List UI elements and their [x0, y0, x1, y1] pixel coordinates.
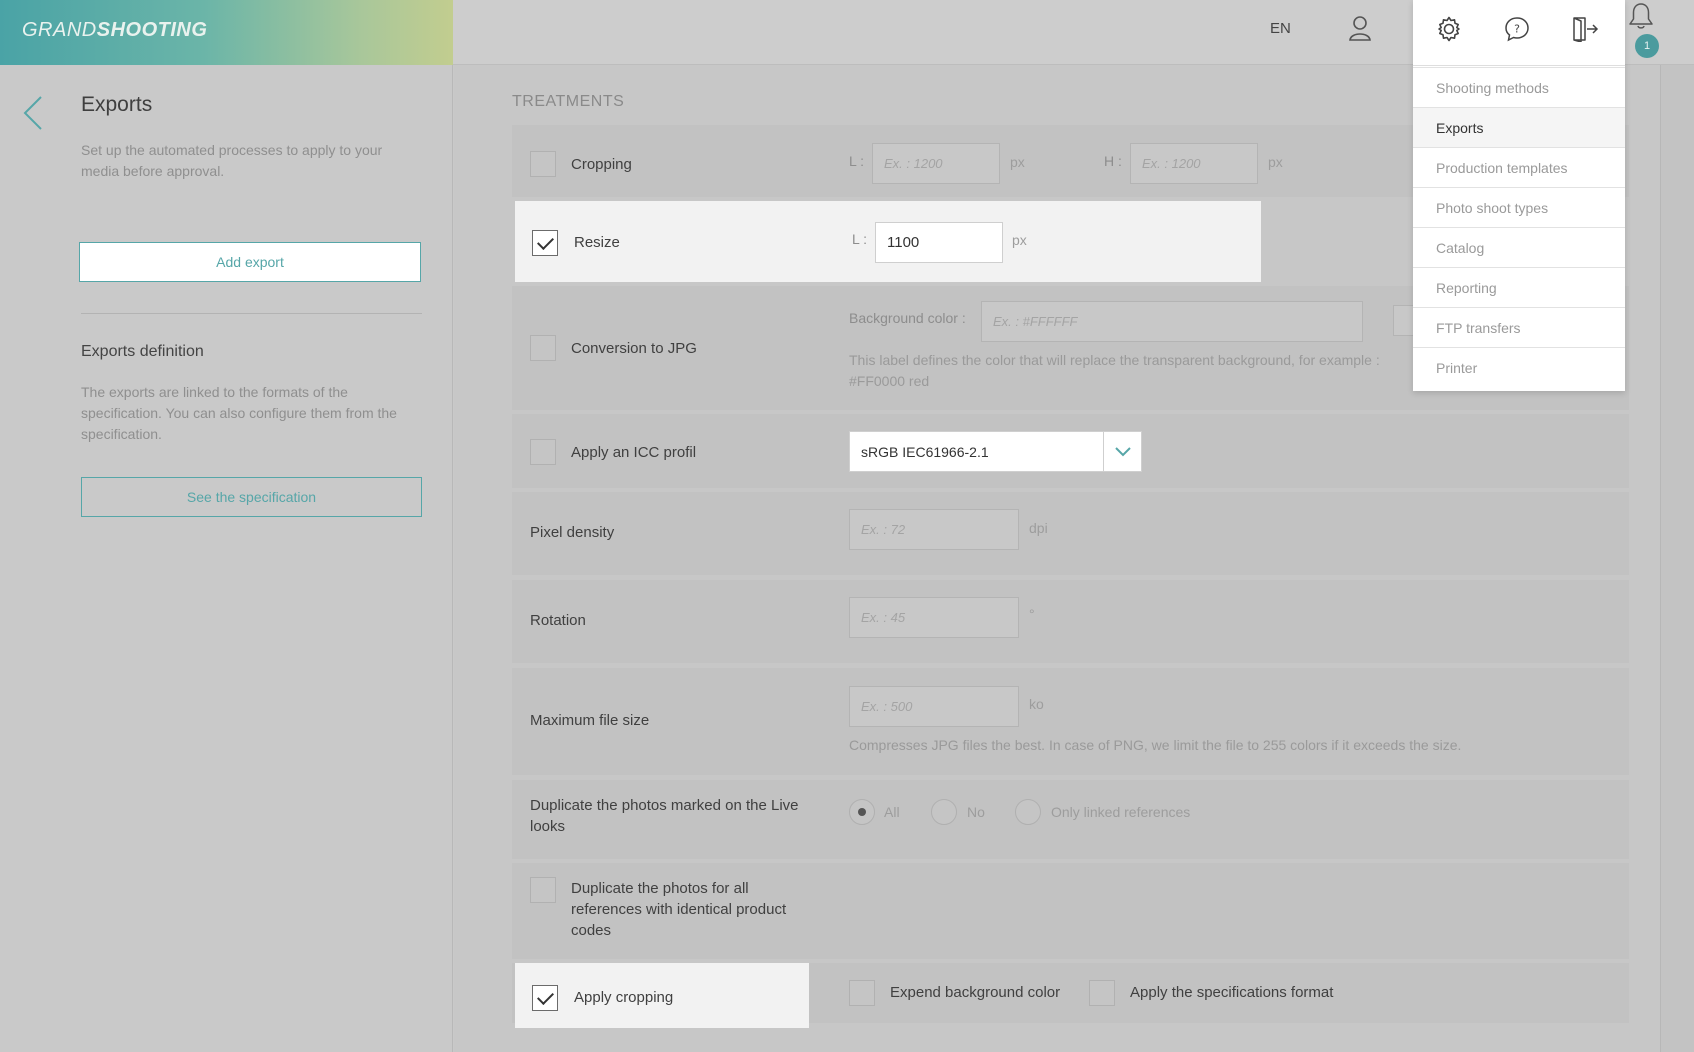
help-icon[interactable]: ?	[1497, 9, 1537, 49]
menu-item-printer[interactable]: Printer	[1413, 347, 1625, 387]
cropping-height-input[interactable]: Ex. : 1200	[1130, 143, 1258, 184]
duplicate-refs-label: Duplicate the photos for all references …	[571, 880, 787, 939]
notification-bell-icon[interactable]	[1627, 2, 1655, 37]
resize-checkbox[interactable]	[532, 230, 558, 256]
resize-row: Resize L : 1100 px	[515, 201, 1261, 282]
icc-profile-row: Apply an ICC profil sRGB IEC61966-2.1	[512, 414, 1629, 488]
resize-l-unit: px	[1012, 232, 1027, 248]
max-file-size-unit: ko	[1029, 696, 1044, 712]
see-specification-button[interactable]: See the specification	[81, 477, 422, 517]
duplicate-all-label: All	[884, 804, 900, 820]
cropping-checkbox[interactable]	[530, 151, 556, 177]
rotation-label: Rotation	[530, 612, 586, 629]
right-scroll-strip	[1660, 65, 1694, 1052]
icc-profile-checkbox[interactable]	[530, 439, 556, 465]
duplicate-live-label: Duplicate the photos marked on the Live …	[530, 797, 799, 835]
menu-item-exports[interactable]: Exports	[1413, 107, 1625, 147]
sidebar-divider	[81, 313, 422, 314]
back-chevron-icon[interactable]	[22, 95, 44, 136]
background-color-input[interactable]: Ex. : #FFFFFF	[981, 301, 1363, 342]
apply-cropping-label: Apply cropping	[574, 989, 674, 1006]
cropping-l-unit: px	[1010, 154, 1025, 170]
resize-l-label: L :	[852, 231, 868, 247]
duplicate-linked-radio[interactable]	[1015, 799, 1041, 825]
background-color-hint-line1: This label defines the color that will r…	[849, 352, 1380, 368]
duplicate-live-row: Duplicate the photos marked on the Live …	[512, 780, 1629, 859]
rotation-row: Rotation Ex. : 45 °	[512, 580, 1629, 663]
logo[interactable]: GRANDSHOOTING	[22, 19, 207, 42]
duplicate-linked-label: Only linked references	[1051, 804, 1191, 820]
menu-item-shooting-methods[interactable]: Shooting methods	[1413, 67, 1625, 107]
menu-item-production-templates[interactable]: Production templates	[1413, 147, 1625, 187]
user-icon[interactable]	[1340, 8, 1380, 48]
svg-text:?: ?	[1514, 23, 1520, 36]
conversion-jpg-label: Conversion to JPG	[571, 340, 697, 357]
apply-cropping-highlight: Apply cropping	[515, 963, 809, 1028]
apply-cropping-checkbox[interactable]	[532, 985, 558, 1011]
icc-dropdown-button[interactable]	[1103, 431, 1142, 472]
treatments-title: TREATMENTS	[512, 93, 625, 110]
resize-label: Resize	[574, 234, 620, 251]
pixel-density-label: Pixel density	[530, 524, 615, 541]
logout-icon[interactable]	[1565, 9, 1605, 49]
menu-item-photo-shoot-types[interactable]: Photo shoot types	[1413, 187, 1625, 227]
icc-profile-select[interactable]: sRGB IEC61966-2.1	[849, 431, 1104, 472]
chevron-down-icon	[1114, 446, 1131, 456]
page-title: Exports	[81, 93, 153, 116]
background-color-hint-line2: #FF0000 red	[849, 373, 930, 389]
page-description: Set up the automated processes to apply …	[81, 142, 383, 179]
pixel-density-input[interactable]: Ex. : 72	[849, 509, 1019, 550]
logo-light-text: GRAND	[22, 19, 97, 41]
resize-width-input[interactable]: 1100	[875, 222, 1003, 263]
settings-menu-icons: ?	[1413, 0, 1625, 66]
max-file-size-row: Maximum file size Ex. : 500 ko Compresse…	[512, 668, 1629, 775]
menu-item-catalog[interactable]: Catalog	[1413, 227, 1625, 267]
conversion-jpg-checkbox[interactable]	[530, 335, 556, 361]
apply-spec-format-label: Apply the specifications format	[1130, 984, 1334, 1001]
rotation-input[interactable]: Ex. : 45	[849, 597, 1019, 638]
duplicate-all-radio[interactable]	[849, 799, 875, 825]
duplicate-no-radio[interactable]	[931, 799, 957, 825]
max-file-size-input[interactable]: Ex. : 500	[849, 686, 1019, 727]
menu-item-reporting[interactable]: Reporting	[1413, 267, 1625, 307]
max-file-size-label: Maximum file size	[530, 712, 650, 729]
apply-spec-format-checkbox[interactable]	[1089, 980, 1115, 1006]
menu-item-ftp-transfers[interactable]: FTP transfers	[1413, 307, 1625, 347]
pixel-density-unit: dpi	[1029, 520, 1048, 536]
cropping-label: Cropping	[571, 156, 632, 173]
logo-bold-text: SHOOTING	[96, 19, 208, 41]
sidebar	[0, 65, 453, 1052]
duplicate-refs-row: Duplicate the photos for all references …	[512, 863, 1629, 959]
duplicate-no-label: No	[967, 804, 985, 820]
expend-background-checkbox[interactable]	[849, 980, 875, 1006]
exports-definition-description: The exports are linked to the formats of…	[81, 384, 397, 442]
icc-profile-label: Apply an ICC profil	[571, 444, 697, 461]
expend-background-label: Expend background color	[890, 984, 1061, 1001]
cropping-h-unit: px	[1268, 154, 1283, 170]
cropping-l-label: L :	[849, 153, 865, 169]
language-selector[interactable]: EN	[1270, 20, 1291, 37]
exports-definition-title: Exports definition	[81, 343, 204, 360]
rotation-unit: °	[1029, 606, 1035, 622]
pixel-density-row: Pixel density Ex. : 72 dpi	[512, 492, 1629, 575]
logo-area: GRANDSHOOTING	[0, 0, 453, 65]
duplicate-refs-checkbox[interactable]	[530, 877, 556, 903]
settings-gear-icon[interactable]	[1429, 9, 1469, 49]
notification-badge: 1	[1635, 34, 1659, 58]
add-export-button[interactable]: Add export	[79, 242, 421, 282]
icc-profile-selected: sRGB IEC61966-2.1	[861, 443, 989, 460]
background-color-label: Background color :	[849, 310, 966, 326]
cropping-width-input[interactable]: Ex. : 1200	[872, 143, 1000, 184]
cropping-h-label: H :	[1104, 153, 1122, 169]
max-file-size-hint: Compresses JPG files the best. In case o…	[849, 737, 1462, 753]
